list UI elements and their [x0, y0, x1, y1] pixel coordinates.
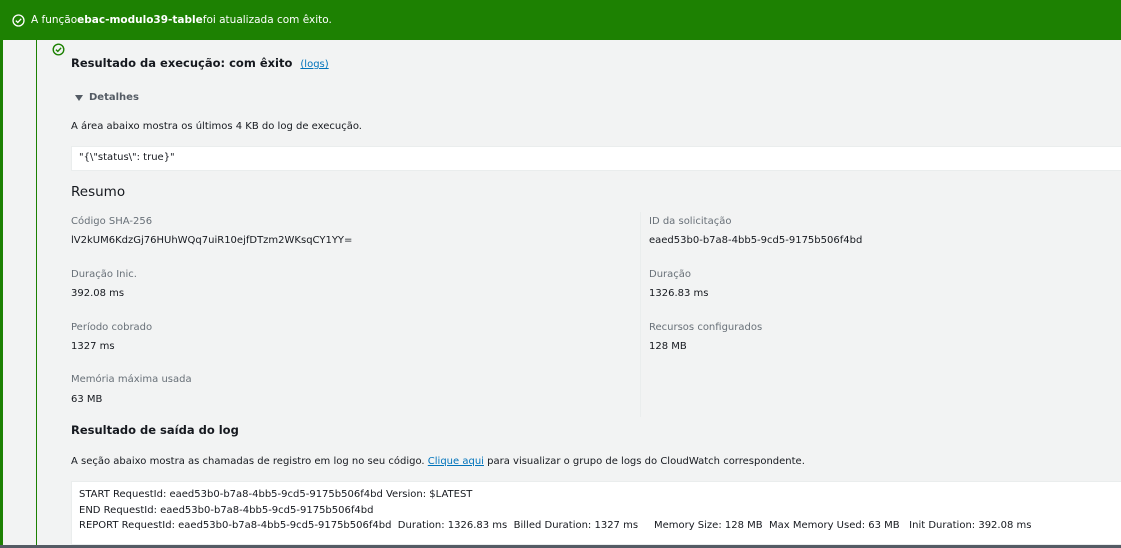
- init-duration-label: Duração Inic.: [71, 269, 137, 280]
- execution-title-text: Resultado da execução: com êxito: [71, 56, 293, 70]
- duration-value: 1326.83 ms: [649, 288, 709, 299]
- duration-label: Duração: [649, 269, 692, 280]
- log-line: START RequestId: eaed53b0-b7a8-4bb5-9cd5…: [79, 489, 473, 500]
- check-circle-icon: [12, 13, 25, 27]
- cloudwatch-link[interactable]: Clique aqui: [428, 456, 484, 467]
- sha-label: Código SHA-256: [71, 216, 153, 227]
- summary-title: Resumo: [71, 184, 126, 200]
- caret-down-icon: [75, 94, 83, 101]
- max-memory-value: 63 MB: [71, 394, 103, 405]
- log-output-title: Resultado de saída do log: [71, 423, 239, 437]
- banner-suffix: foi atualizada com êxito.: [202, 14, 332, 26]
- sha-value: lV2kUM6KdzGj76HUhWQq7uiR10ejfDTzm2WKsqCY…: [71, 235, 353, 246]
- details-toggle[interactable]: Detalhes: [75, 92, 139, 103]
- summary-column-divider: [640, 212, 641, 417]
- log-output-box: START RequestId: eaed53b0-b7a8-4bb5-9cd5…: [71, 481, 1121, 545]
- resources-label: Recursos configurados: [649, 322, 763, 333]
- log-desc-prefix: A seção abaixo mostra as chamadas de reg…: [71, 456, 428, 467]
- banner-prefix: A função: [31, 14, 78, 26]
- execution-result-output: "{\"status\": true}": [71, 146, 1121, 171]
- banner-function-name: ebac-modulo39-table: [77, 14, 203, 26]
- request-id-value: eaed53b0-b7a8-4bb5-9cd5-9175b506f4bd: [649, 235, 863, 246]
- logs-link[interactable]: (logs): [300, 59, 328, 70]
- resources-value: 128 MB: [649, 341, 687, 352]
- execution-description: A área abaixo mostra os últimos 4 KB do …: [71, 121, 362, 132]
- success-banner: A função ebac-modulo39-table foi atualiz…: [0, 0, 1121, 40]
- init-duration-value: 392.08 ms: [71, 288, 125, 299]
- check-circle-icon: [52, 43, 65, 56]
- request-id-label: ID da solicitação: [649, 216, 732, 227]
- billed-value: 1327 ms: [71, 341, 115, 352]
- log-line: REPORT RequestId: eaed53b0-b7a8-4bb5-9cd…: [79, 520, 1032, 531]
- max-memory-label: Memória máxima usada: [71, 374, 192, 385]
- execution-result-title: Resultado da execução: com êxito (logs): [71, 56, 329, 70]
- log-line: END RequestId: eaed53b0-b7a8-4bb5-9cd5-9…: [79, 504, 374, 516]
- details-label: Detalhes: [89, 92, 139, 103]
- result-panel: [36, 40, 1121, 548]
- log-output-description: A seção abaixo mostra as chamadas de reg…: [71, 456, 805, 467]
- billed-label: Período cobrado: [71, 322, 153, 333]
- log-desc-suffix: para visualizar o grupo de logs do Cloud…: [483, 456, 805, 467]
